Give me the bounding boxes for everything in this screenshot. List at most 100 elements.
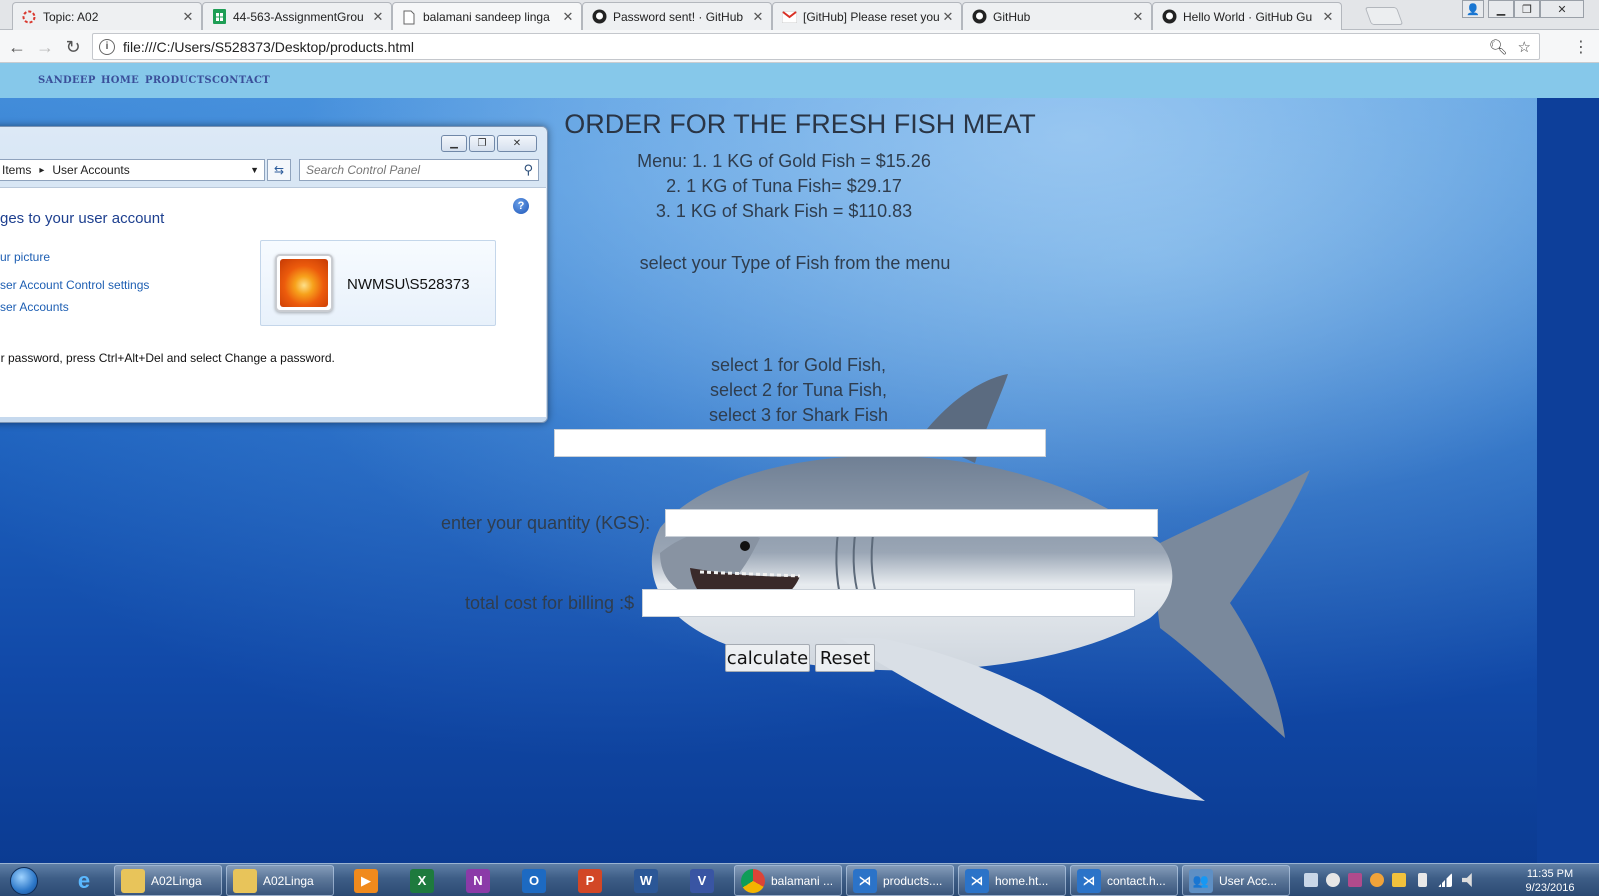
forward-icon[interactable]: → (34, 36, 56, 58)
volume-muted-icon[interactable] (1462, 873, 1472, 887)
uac-settings-link[interactable]: ser Account Control settings (0, 278, 149, 292)
taskbar-label: A02Linga (151, 873, 202, 888)
taskbar-user-accounts[interactable]: 👥 User Acc... (1182, 865, 1290, 896)
nav-products[interactable]: PRODUCTS (145, 75, 212, 86)
taskbar-powerpoint[interactable]: P (564, 865, 616, 896)
tab-gmail-reset[interactable]: [GitHub] Please reset you ✕ (772, 2, 962, 30)
taskbar: e A02Linga A02Linga ▶ X N O P W V balama… (0, 863, 1599, 896)
tab-assignment-sheet[interactable]: 44-563-AssignmentGrou ✕ (202, 2, 392, 30)
help-icon[interactable]: ? (513, 198, 529, 214)
tab-hello-world[interactable]: Hello World · GitHub Gu ✕ (1152, 2, 1342, 30)
search-icon[interactable]: ⚲ (523, 162, 533, 178)
close-icon[interactable]: ✕ (561, 9, 575, 25)
taskbar-label: home.ht... (995, 873, 1049, 888)
taskbar-folder-1[interactable]: A02Linga (114, 865, 222, 896)
taskbar-products-editor[interactable]: ⋊ products.... (846, 865, 954, 896)
close-icon[interactable]: ✕ (751, 9, 765, 25)
page-scrollbar[interactable] (1537, 98, 1599, 863)
tab-password-sent[interactable]: Password sent! · GitHub ✕ (582, 2, 772, 30)
tab-title: 44-563-AssignmentGrou (233, 9, 364, 24)
powerpoint-icon: P (578, 868, 602, 893)
change-picture-link[interactable]: ur picture (0, 250, 50, 264)
close-icon[interactable]: ✕ (1321, 9, 1335, 25)
tab-github[interactable]: GitHub ✕ (962, 2, 1152, 30)
nx-tray-icon[interactable] (1348, 873, 1362, 887)
notification-icon[interactable] (1304, 873, 1318, 887)
tab-title: Password sent! · GitHub (613, 9, 744, 24)
control-panel-address-bar[interactable]: Items ▸ User Accounts ▼ (0, 159, 265, 181)
taskbar-label: User Acc... (1219, 873, 1278, 888)
quantity-label: enter your quantity (KGS): (441, 513, 651, 533)
close-icon[interactable]: ✕ (371, 9, 385, 25)
address-bar[interactable]: i file:///C:/Users/S528373/Desktop/produ… (92, 33, 1540, 60)
user-accounts-icon: 👥 (1189, 868, 1213, 893)
maximize-button[interactable]: ❐ (469, 135, 495, 152)
breadcrumb-items[interactable]: Items (2, 163, 31, 177)
clock-date: 9/23/2016 (1525, 882, 1575, 894)
signal-icon[interactable] (1438, 873, 1452, 887)
taskbar-contact-editor[interactable]: ⋊ contact.h... (1070, 865, 1178, 896)
refresh-icon[interactable]: ⇆ (267, 159, 291, 181)
close-icon[interactable]: ✕ (1131, 9, 1145, 25)
taskbar-outlook[interactable]: O (508, 865, 560, 896)
menu-icon[interactable]: ⋮ (1570, 36, 1592, 58)
cloud-tray-icon[interactable] (1370, 873, 1384, 887)
manage-accounts-link[interactable]: ser Accounts (0, 300, 69, 314)
github-icon (971, 9, 987, 25)
close-window-button[interactable]: ✕ (497, 135, 537, 152)
start-button[interactable] (4, 865, 44, 896)
battery-icon[interactable] (1418, 873, 1427, 887)
minimize-button[interactable]: ▁ (1488, 0, 1514, 18)
reset-button[interactable]: Reset (815, 644, 875, 672)
avatar[interactable] (275, 254, 333, 312)
breadcrumb-user-accounts[interactable]: User Accounts (52, 163, 129, 177)
bookmark-star-icon[interactable]: ☆ (1518, 38, 1531, 56)
visio-icon: V (690, 868, 714, 893)
taskbar-onenote[interactable]: N (452, 865, 504, 896)
page-title: ORDER FOR THE FRESH FISH MEAT (564, 109, 1036, 139)
taskbar-folder-2[interactable]: A02Linga (226, 865, 334, 896)
nav-contact[interactable]: CONTACT (212, 75, 270, 86)
taskbar-home-editor[interactable]: ⋊ home.ht... (958, 865, 1066, 896)
taskbar-label: balamani ... (771, 873, 834, 888)
back-icon[interactable]: ← (6, 36, 28, 58)
nav-home[interactable]: HOME (101, 75, 139, 86)
total-output[interactable] (642, 589, 1135, 617)
taskbar-chrome[interactable]: balamani ... (734, 865, 842, 896)
close-icon[interactable]: ✕ (941, 9, 955, 25)
zoom-icon[interactable]: 🔍︎ (1489, 38, 1508, 56)
taskbar-media[interactable]: ▶ (340, 865, 392, 896)
quantity-input[interactable] (665, 509, 1158, 537)
gmail-icon (781, 9, 797, 25)
tab-products-page[interactable]: balamani sandeep linga ✕ (392, 2, 582, 31)
minimize-button[interactable]: ▁ (441, 135, 467, 152)
profile-icon[interactable]: 👤 (1462, 0, 1484, 18)
reload-icon[interactable]: ↻ (62, 36, 84, 58)
github-icon (1161, 9, 1177, 25)
taskbar-ie[interactable]: e (58, 865, 110, 896)
chevron-down-icon[interactable]: ▼ (250, 165, 259, 175)
tab-topic-a02[interactable]: Topic: A02 ✕ (12, 2, 202, 30)
vscode-icon: ⋊ (853, 868, 877, 893)
close-window-button[interactable]: ✕ (1540, 0, 1584, 18)
control-panel-search-input[interactable]: Search Control Panel ⚲ (299, 159, 539, 181)
tab-title: Topic: A02 (43, 9, 99, 24)
nav-brand[interactable]: SANDEEP (38, 75, 96, 86)
system-clock[interactable]: 11:35 PM 9/23/2016 (1505, 867, 1595, 895)
close-icon[interactable]: ✕ (181, 9, 195, 25)
windows-logo-icon (10, 866, 38, 895)
taskbar-visio[interactable]: V (676, 865, 728, 896)
shield-tray-icon[interactable] (1392, 873, 1406, 887)
taskbar-excel[interactable]: X (396, 865, 448, 896)
outlook-icon: O (522, 868, 546, 893)
maximize-button[interactable]: ❐ (1514, 0, 1540, 18)
breadcrumb-separator-icon: ▸ (39, 164, 45, 176)
info-icon[interactable]: i (99, 38, 115, 55)
settings-tray-icon[interactable] (1326, 873, 1340, 887)
fish-type-input[interactable] (554, 429, 1046, 457)
taskbar-word[interactable]: W (620, 865, 672, 896)
new-tab-button[interactable] (1364, 7, 1404, 25)
folder-icon (121, 868, 145, 893)
calculate-button[interactable]: calculate (725, 644, 810, 672)
select-option-3: select 3 for Shark Fish (708, 405, 889, 425)
